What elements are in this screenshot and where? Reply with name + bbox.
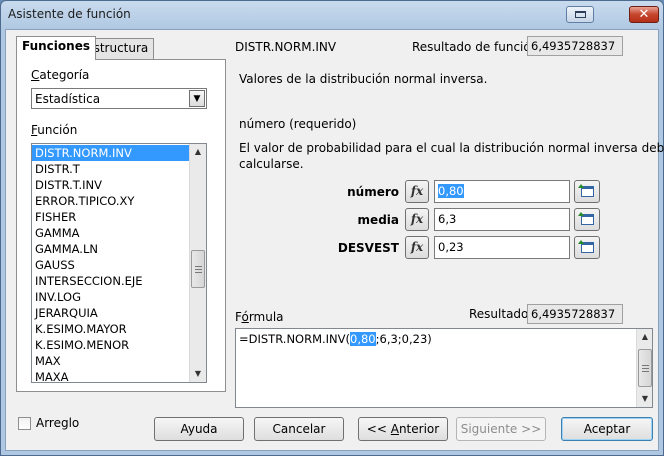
list-item[interactable]: DISTR.NORM.INV — [32, 145, 189, 161]
numero-value: 0,80 — [438, 184, 464, 198]
formula-editor[interactable]: =DISTR.NORM.INV(0,80;6,3;0,23) ▲ ▼ — [235, 328, 653, 408]
scroll-thumb[interactable] — [638, 349, 652, 387]
function-wizard-window: Asistente de función ✕ Funciones Estruct… — [0, 0, 664, 456]
close-icon: ✕ — [638, 7, 650, 22]
window-title: Asistente de función — [8, 7, 131, 21]
formula-scrollbar[interactable]: ▲ ▼ — [636, 329, 652, 407]
formula-text: =DISTR.NORM.INV(0,80;6,3;0,23) — [239, 332, 432, 346]
title-bar[interactable]: Asistente de función ✕ — [1, 1, 663, 29]
arg-label-desvest: DESVEST — [337, 241, 399, 255]
fx-icon: fx — [410, 212, 424, 226]
fx-button-media[interactable]: fx — [405, 208, 429, 231]
restore-button[interactable] — [566, 6, 594, 23]
list-item[interactable]: DISTR.T — [32, 161, 189, 177]
parameter-description-line1: El valor de probabilidad para el cual la… — [239, 141, 664, 155]
list-item[interactable]: MAXA — [32, 369, 189, 382]
shrink-button-media[interactable] — [574, 208, 600, 231]
formula-result-value: 6,4935728837 — [527, 304, 623, 324]
parameter-name: número (requerido) — [239, 117, 357, 131]
function-label: Función — [31, 123, 78, 137]
list-item[interactable]: GAMMA — [32, 225, 189, 241]
tab-funciones[interactable]: Funciones — [16, 36, 96, 60]
formula-result-label: Resultado — [469, 307, 529, 321]
cancel-button[interactable]: Cancelar — [254, 417, 344, 441]
list-item[interactable]: K.ESIMO.MAYOR — [32, 321, 189, 337]
category-label: Categoría — [31, 68, 90, 82]
functions-panel: Categoría Estadística ▼ Función DISTR.NO… — [16, 59, 226, 392]
scroll-thumb[interactable] — [191, 250, 205, 288]
list-item[interactable]: INV.LOG — [32, 289, 189, 305]
back-button[interactable]: << Anterior — [358, 417, 448, 441]
scroll-up-icon[interactable]: ▲ — [637, 329, 653, 345]
function-result-value: 6,4935728837 — [527, 36, 623, 56]
media-input[interactable]: 6,3 — [434, 208, 570, 231]
list-item[interactable]: GAMMA.LN — [32, 241, 189, 257]
array-label: Arreglo — [36, 416, 80, 430]
list-item[interactable]: ERROR.TIPICO.XY — [32, 193, 189, 209]
scroll-down-icon[interactable]: ▼ — [637, 391, 653, 407]
desvest-value: 0,23 — [438, 240, 464, 254]
desvest-input[interactable]: 0,23 — [434, 236, 570, 259]
media-value: 6,3 — [438, 212, 457, 226]
fx-button-numero[interactable]: fx — [405, 180, 429, 203]
fx-button-desvest[interactable]: fx — [405, 236, 429, 259]
category-select[interactable]: Estadística ▼ — [31, 88, 207, 109]
shrink-button-desvest[interactable] — [574, 236, 600, 259]
parameter-description-line2: calcularse. — [239, 157, 304, 171]
close-button[interactable]: ✕ — [629, 6, 659, 23]
ok-button[interactable]: Aceptar — [561, 417, 653, 441]
function-list-items: DISTR.NORM.INV DISTR.T DISTR.T.INV ERROR.TI… — [32, 145, 189, 382]
function-list-scrollbar[interactable]: ▲ ▼ — [189, 144, 206, 382]
numero-input[interactable]: 0,80 — [434, 180, 570, 203]
list-item[interactable]: INTERSECCION.EJE — [32, 273, 189, 289]
function-list[interactable]: DISTR.NORM.INV DISTR.T DISTR.T.INV ERROR.TI… — [31, 143, 207, 383]
list-item[interactable]: MAX — [32, 353, 189, 369]
function-name: DISTR.NORM.INV — [235, 40, 337, 54]
arg-label-media: media — [357, 213, 399, 227]
help-button[interactable]: Ayuda — [154, 417, 244, 441]
category-value: Estadística — [35, 92, 101, 106]
restore-icon — [575, 11, 586, 18]
next-button[interactable]: Siguiente >> — [456, 417, 546, 441]
dialog-body: Funciones Estructura Categoría Estadísti… — [5, 29, 664, 451]
array-checkbox[interactable] — [18, 417, 31, 430]
tab-label: Funciones — [22, 39, 90, 53]
scroll-up-icon[interactable]: ▲ — [190, 144, 206, 160]
fx-icon: fx — [410, 184, 424, 198]
scroll-down-icon[interactable]: ▼ — [190, 366, 206, 382]
formula-label: Fórmula — [235, 310, 284, 324]
list-item[interactable]: K.ESIMO.MENOR — [32, 337, 189, 353]
list-item[interactable]: JERARQUIA — [32, 305, 189, 321]
fx-icon: fx — [410, 240, 424, 254]
arg-label-numero: número — [347, 185, 399, 199]
list-item[interactable]: DISTR.T.INV — [32, 177, 189, 193]
list-item[interactable]: FISHER — [32, 209, 189, 225]
shrink-button-numero[interactable] — [574, 180, 600, 203]
function-description: Valores de la distribución normal invers… — [239, 72, 488, 86]
chevron-down-icon[interactable]: ▼ — [189, 90, 205, 107]
function-result-label: Resultado de función — [412, 40, 539, 54]
list-item[interactable]: GAUSS — [32, 257, 189, 273]
